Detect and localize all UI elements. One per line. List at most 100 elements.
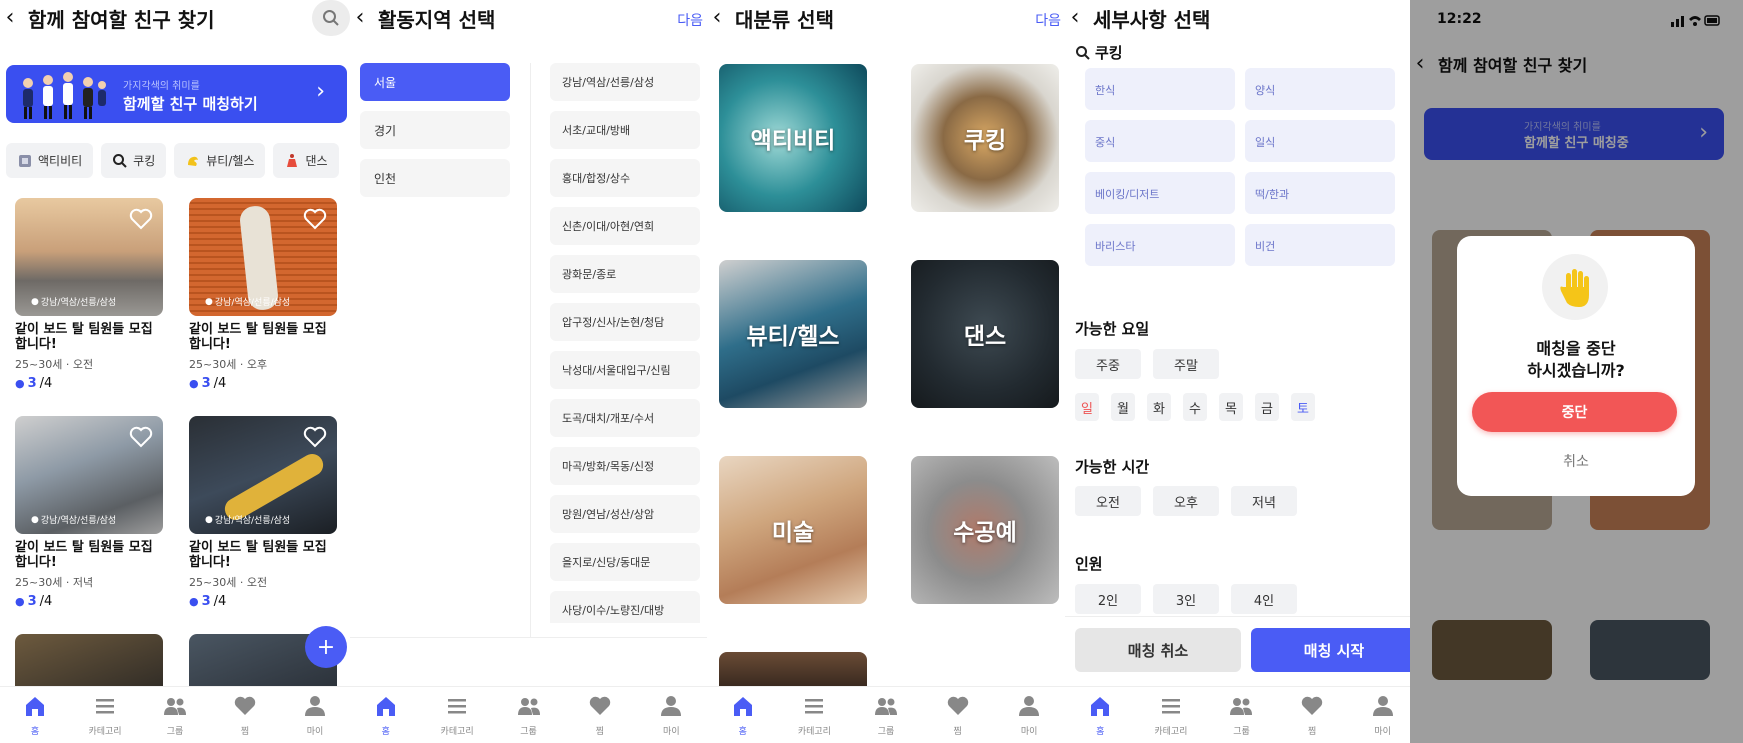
day-sat[interactable]: 토 bbox=[1291, 393, 1315, 421]
nav-group[interactable]: 그룹 bbox=[1206, 687, 1277, 743]
category-partial[interactable] bbox=[719, 652, 867, 686]
time-pill[interactable]: 오전 bbox=[1075, 486, 1141, 516]
next-button[interactable]: 다음 bbox=[677, 10, 703, 30]
nav-label: 홈 bbox=[738, 727, 747, 737]
start-matching-button[interactable]: 매칭 시작 bbox=[1251, 628, 1417, 672]
heart-icon[interactable] bbox=[129, 208, 153, 230]
people-pill[interactable]: 3인 bbox=[1153, 584, 1219, 614]
confirm-stop-button[interactable]: 중단 bbox=[1472, 392, 1677, 432]
back-icon[interactable]: ‹ bbox=[350, 7, 370, 29]
next-button[interactable]: 다음 bbox=[1035, 10, 1061, 30]
nav-category[interactable]: 카테고리 bbox=[1136, 687, 1207, 743]
day-wed[interactable]: 수 bbox=[1183, 393, 1207, 421]
category-dance[interactable]: 댄스 bbox=[911, 260, 1059, 408]
nav-wishlist[interactable]: 찜 bbox=[922, 687, 994, 743]
nav-group[interactable]: 그룹 bbox=[140, 687, 210, 743]
nav-home[interactable]: 홈 bbox=[1065, 687, 1136, 743]
heart-icon[interactable] bbox=[303, 426, 327, 448]
subregion-item[interactable]: 망원/연남/성산/상암 bbox=[550, 495, 700, 533]
subregion-list[interactable]: 강남/역삼/선릉/삼성 서초/교대/방배 홍대/합정/상수 신촌/이대/아현/연… bbox=[550, 63, 700, 623]
day-mon[interactable]: 월 bbox=[1111, 393, 1135, 421]
group-card[interactable]: ● 강남/역삼/선릉/삼성 같이 보드 탈 팀원들 모집 합니다! 25~30세 … bbox=[189, 198, 337, 391]
subregion-item[interactable]: 도곡/대치/개포/수서 bbox=[550, 399, 700, 437]
category-handcraft[interactable]: 수공예 bbox=[911, 456, 1059, 604]
day-fri[interactable]: 금 bbox=[1255, 393, 1279, 421]
back-icon[interactable]: ‹ bbox=[707, 7, 727, 29]
nav-label: 카테고리 bbox=[797, 727, 831, 737]
nav-wishlist[interactable]: 찜 bbox=[210, 687, 280, 743]
time-pill[interactable]: 오후 bbox=[1153, 486, 1219, 516]
nav-my[interactable]: 마이 bbox=[636, 687, 707, 743]
back-icon[interactable]: ‹ bbox=[0, 7, 20, 29]
nav-wishlist[interactable]: 찜 bbox=[1277, 687, 1348, 743]
nav-home[interactable]: 홈 bbox=[707, 687, 779, 743]
category-beauty-health[interactable]: 뷰티/헬스 bbox=[719, 260, 867, 408]
home-icon bbox=[733, 697, 752, 716]
option-item[interactable]: 베이킹/디저트 bbox=[1085, 172, 1235, 214]
day-thu[interactable]: 목 bbox=[1219, 393, 1243, 421]
nav-label: 그룹 bbox=[166, 727, 184, 737]
region-seoul[interactable]: 서울 bbox=[360, 63, 510, 101]
subregion-item[interactable]: 광화문/종로 bbox=[550, 255, 700, 293]
subregion-item[interactable]: 낙성대/서울대입구/신림 bbox=[550, 351, 700, 389]
option-item[interactable]: 양식 bbox=[1245, 68, 1395, 110]
nav-wishlist[interactable]: 찜 bbox=[564, 687, 635, 743]
nav-home[interactable]: 홈 bbox=[350, 687, 421, 743]
option-item[interactable]: 중식 bbox=[1085, 120, 1235, 162]
subregion-item[interactable]: 신촌/이대/아현/연희 bbox=[550, 207, 700, 245]
group-card[interactable]: ● 강남/역삼/선릉/삼성 같이 보드 탈 팀원들 모집 합니다! 25~30세 … bbox=[15, 416, 163, 609]
option-item[interactable]: 바리스타 bbox=[1085, 224, 1235, 266]
nav-category[interactable]: 카테고리 bbox=[779, 687, 851, 743]
region-incheon[interactable]: 인천 bbox=[360, 159, 510, 197]
option-item[interactable]: 비건 bbox=[1245, 224, 1395, 266]
weekday-pill[interactable]: 주중 bbox=[1075, 349, 1141, 379]
subregion-item[interactable]: 마곡/방화/목동/신정 bbox=[550, 447, 700, 485]
subregion-item[interactable]: 서초/교대/방배 bbox=[550, 111, 700, 149]
chip-beauty[interactable]: 뷰티/헬스 bbox=[174, 143, 266, 178]
subregion-item[interactable]: 강남/역삼/선릉/삼성 bbox=[550, 63, 700, 101]
search-button[interactable] bbox=[312, 0, 350, 36]
nav-my[interactable]: 마이 bbox=[1347, 687, 1418, 743]
region-gyeonggi[interactable]: 경기 bbox=[360, 111, 510, 149]
day-tue[interactable]: 화 bbox=[1147, 393, 1171, 421]
weekend-pill[interactable]: 주말 bbox=[1153, 349, 1219, 379]
nav-my[interactable]: 마이 bbox=[280, 687, 350, 743]
nav-group[interactable]: 그룹 bbox=[850, 687, 922, 743]
time-pill[interactable]: 저녁 bbox=[1231, 486, 1297, 516]
card-image: ● 강남/역삼/선릉/삼성 bbox=[189, 198, 337, 316]
subregion-item[interactable]: 홍대/합정/상수 bbox=[550, 159, 700, 197]
chip-dance[interactable]: 댄스 bbox=[273, 143, 339, 178]
option-item[interactable]: 떡/한과 bbox=[1245, 172, 1395, 214]
subregion-item[interactable]: 사당/이수/노량진/대방 bbox=[550, 591, 700, 623]
nav-my[interactable]: 마이 bbox=[993, 687, 1065, 743]
day-sun[interactable]: 일 bbox=[1075, 393, 1099, 421]
cancel-matching-button[interactable]: 매칭 취소 bbox=[1075, 628, 1241, 672]
heart-icon[interactable] bbox=[129, 426, 153, 448]
back-icon[interactable]: ‹ bbox=[1065, 7, 1085, 29]
category-art[interactable]: 미술 bbox=[719, 456, 867, 604]
subregion-item[interactable]: 을지로/신당/동대문 bbox=[550, 543, 700, 581]
people-pill[interactable]: 4인 bbox=[1231, 584, 1297, 614]
people-pill[interactable]: 2인 bbox=[1075, 584, 1141, 614]
subregion-item[interactable]: 압구정/신사/논현/청담 bbox=[550, 303, 700, 341]
nav-home[interactable]: 홈 bbox=[0, 687, 70, 743]
location-label: 강남/역삼/선릉/삼성 bbox=[40, 298, 117, 308]
group-card[interactable]: ● 강남/역삼/선릉/삼성 같이 보드 탈 팀원들 모집 합니다! 25~30세 … bbox=[15, 198, 163, 391]
nav-group[interactable]: 그룹 bbox=[493, 687, 564, 743]
nav-category[interactable]: 카테고리 bbox=[70, 687, 140, 743]
option-item[interactable]: 일식 bbox=[1245, 120, 1395, 162]
group-icon bbox=[874, 698, 897, 715]
chip-activity[interactable]: 액티비티 bbox=[6, 143, 94, 178]
category-activity[interactable]: 액티비티 bbox=[719, 64, 867, 212]
group-card[interactable]: ● 강남/역삼/선릉/삼성 같이 보드 탈 팀원들 모집 합니다! 25~30세 … bbox=[189, 416, 337, 609]
cancel-button[interactable]: 취소 bbox=[1457, 451, 1695, 471]
add-group-button[interactable]: + bbox=[305, 626, 347, 668]
option-item[interactable]: 한식 bbox=[1085, 68, 1235, 110]
matching-banner[interactable]: 가지각색의 취미를 함께할 친구 매칭하기 › bbox=[6, 65, 347, 123]
nav-category[interactable]: 카테고리 bbox=[421, 687, 492, 743]
category-cooking[interactable]: 쿠킹 bbox=[911, 64, 1059, 212]
header: ‹ 활동지역 선택 다음 bbox=[350, 0, 707, 36]
chip-cooking[interactable]: 쿠킹 bbox=[101, 143, 167, 178]
card-image-partial[interactable] bbox=[15, 634, 163, 694]
heart-icon[interactable] bbox=[303, 208, 327, 230]
